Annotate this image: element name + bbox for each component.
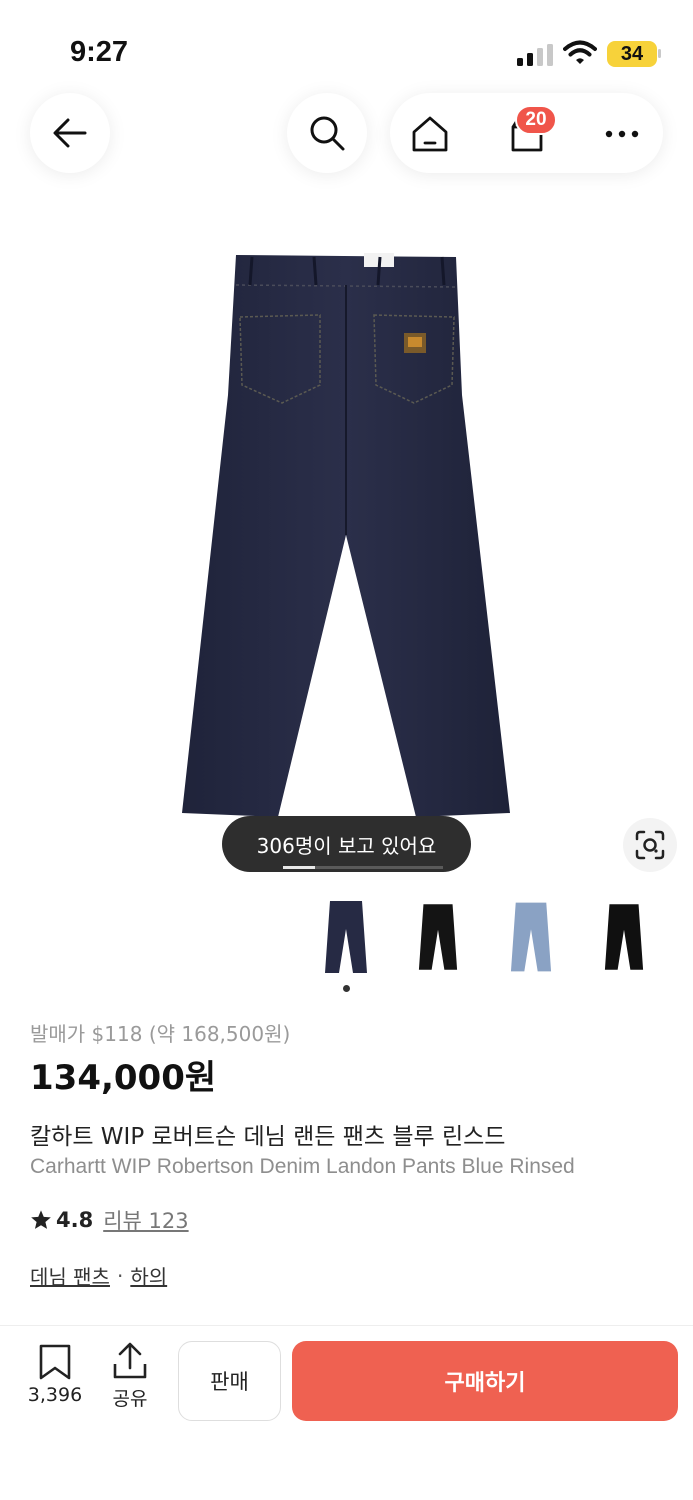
- category-link-bottoms[interactable]: 하의: [130, 1261, 167, 1290]
- price: 134,000원: [30, 1058, 217, 1098]
- home-icon: [412, 116, 448, 152]
- battery-nub: [658, 49, 661, 58]
- image-search-icon: [635, 830, 665, 860]
- wifi-icon: [563, 40, 597, 64]
- category-separator: ·: [116, 1263, 124, 1288]
- review-link[interactable]: 리뷰 123: [103, 1205, 188, 1235]
- category-breadcrumb: 데님 팬츠 · 하의: [30, 1261, 167, 1290]
- sell-button[interactable]: 판매: [178, 1341, 281, 1421]
- more-button[interactable]: [600, 112, 644, 156]
- thumbnail-selected-dot: [343, 985, 350, 992]
- bottom-bar-divider: [0, 1325, 693, 1326]
- buy-button[interactable]: 구매하기: [292, 1341, 678, 1421]
- thumbnail-image: [418, 904, 458, 970]
- product-title-en: Carhartt WIP Robertson Denim Landon Pant…: [30, 1155, 575, 1178]
- star-icon: [31, 1210, 51, 1229]
- battery-icon: 34: [607, 41, 657, 67]
- product-title-ko: 칼하트 WIP 로버트슨 데님 랜든 팬츠 블루 린스드: [30, 1124, 506, 1150]
- share-button[interactable]: 공유: [104, 1342, 156, 1411]
- thumbnail-image: [604, 904, 644, 970]
- thumbnail-light-blue[interactable]: [501, 897, 561, 977]
- image-search-button[interactable]: [623, 818, 677, 872]
- gallery-progress: [283, 866, 443, 869]
- status-time: 9:27: [70, 36, 129, 68]
- share-label: 공유: [112, 1388, 148, 1410]
- category-link-denim-pants[interactable]: 데님 팬츠: [30, 1261, 110, 1290]
- original-price: 발매가 $118 (약 168,500원): [30, 1022, 291, 1046]
- bookmark-button[interactable]: 3,396: [24, 1344, 86, 1406]
- cellular-signal-icon: [517, 44, 553, 66]
- search-icon: [310, 116, 345, 151]
- product-image[interactable]: [170, 245, 520, 825]
- arrow-left-icon: [53, 118, 87, 148]
- home-button[interactable]: [408, 112, 452, 156]
- rating-row: 4.8 리뷰 123: [30, 1205, 189, 1235]
- thumbnail-navy-denim[interactable]: [316, 897, 376, 977]
- more-horizontal-icon: [605, 130, 639, 138]
- bookmark-icon: [39, 1344, 71, 1380]
- thumbnail-image: [325, 901, 367, 973]
- gallery-progress-fill: [283, 866, 315, 869]
- back-button[interactable]: [30, 93, 110, 173]
- thumbnail-image: [510, 902, 552, 972]
- viewers-count-pill: 306명이 보고 있어요: [222, 816, 471, 872]
- search-button[interactable]: [287, 93, 367, 173]
- thumbnail-black-alt[interactable]: [594, 897, 654, 977]
- bookmark-count: 3,396: [27, 1384, 83, 1406]
- cart-count-badge: 20: [515, 105, 557, 135]
- rating-value: 4.8: [56, 1208, 94, 1232]
- share-icon: [113, 1342, 147, 1379]
- thumbnail-black[interactable]: [408, 897, 468, 977]
